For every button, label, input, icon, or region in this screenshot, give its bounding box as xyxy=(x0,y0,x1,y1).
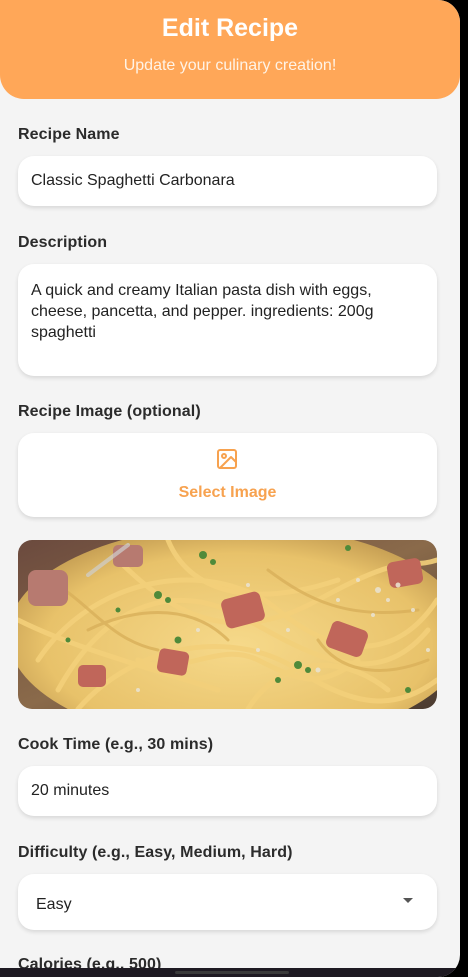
difficulty-value: Easy xyxy=(36,896,72,913)
cook-time-field-container xyxy=(18,766,437,816)
recipe-name-input[interactable] xyxy=(18,156,437,206)
difficulty-label: Difficulty (e.g., Easy, Medium, Hard) xyxy=(18,844,293,861)
difficulty-dropdown[interactable]: Easy xyxy=(18,874,437,930)
image-icon xyxy=(217,449,237,469)
select-image-label: Select Image xyxy=(178,484,277,501)
recipe-image-label: Recipe Image (optional) xyxy=(18,403,201,420)
description-input[interactable]: A quick and creamy Italian pasta dish wi… xyxy=(18,264,437,376)
cook-time-label: Cook Time (e.g., 30 mins) xyxy=(18,736,214,753)
dropdown-arrow-icon xyxy=(403,898,413,903)
header: Edit Recipe Update your culinary creatio… xyxy=(0,0,460,99)
recipe-name-label: Recipe Name xyxy=(18,126,120,143)
page-subtitle: Update your culinary creation! xyxy=(123,57,337,74)
recipe-name-field-container xyxy=(18,156,437,206)
page-title: Edit Recipe xyxy=(161,14,299,42)
home-indicator[interactable] xyxy=(175,971,289,974)
recipe-photo xyxy=(18,540,437,709)
edit-recipe-screen: Edit Recipe Update your culinary creatio… xyxy=(0,0,460,977)
select-image-button[interactable]: Select Image xyxy=(18,433,437,517)
cook-time-input[interactable] xyxy=(18,766,437,816)
description-label: Description xyxy=(18,234,108,251)
description-field-container: A quick and creamy Italian pasta dish wi… xyxy=(18,264,437,376)
